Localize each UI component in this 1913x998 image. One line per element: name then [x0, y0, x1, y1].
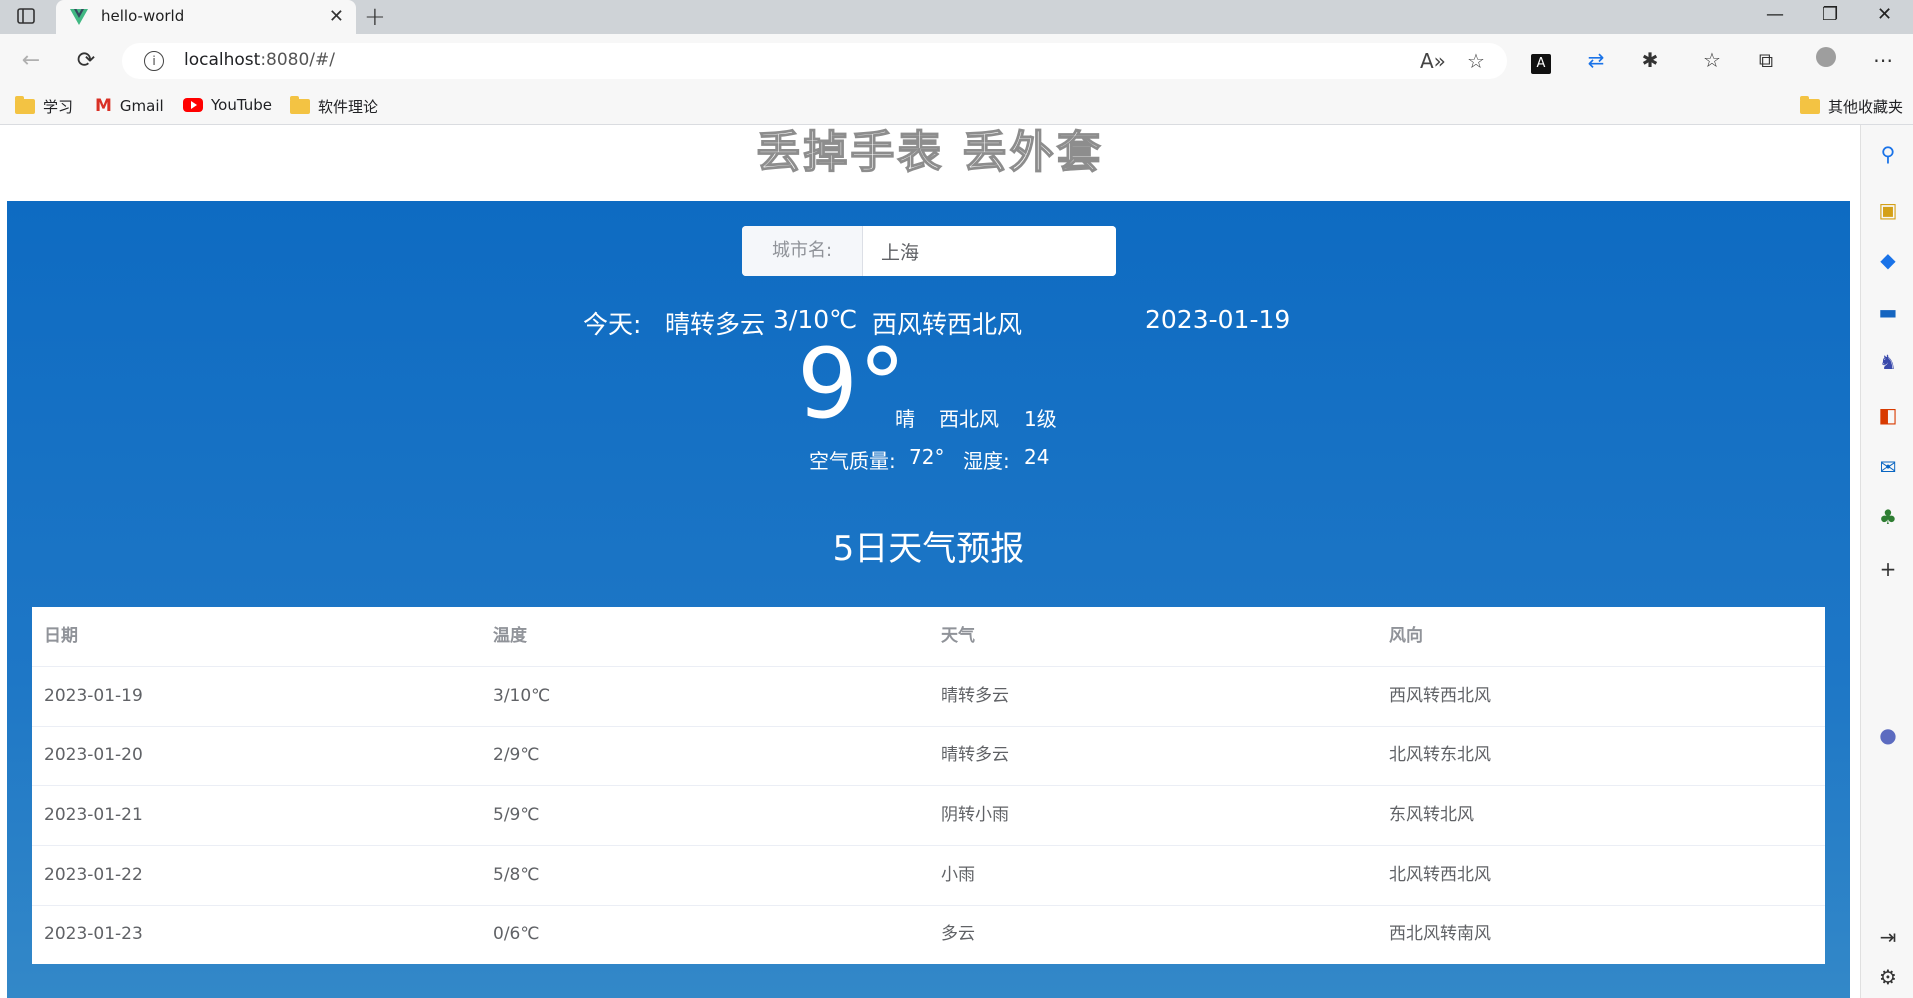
settings-gear-icon[interactable]: ⚙	[1876, 965, 1900, 989]
cell-wind: 东风转北风	[1389, 805, 1474, 825]
cell-date: 2023-01-21	[44, 805, 143, 825]
table-row: 2023-01-22 5/8℃ 小雨 北风转西北风	[32, 846, 1825, 906]
air-quality-value: 72°	[909, 445, 945, 469]
window-close-icon[interactable]: ✕	[1877, 4, 1892, 25]
shopping-icon[interactable]: ▣	[1876, 198, 1900, 222]
header-wind[interactable]: 风向	[1377, 607, 1423, 666]
extension-icon[interactable]: A	[1528, 47, 1554, 74]
back-icon[interactable]: ←	[18, 48, 44, 74]
table-row: 2023-01-21 5/9℃ 阴转小雨 东风转北风	[32, 786, 1825, 846]
today-date: 2023-01-19	[1145, 305, 1291, 334]
weather-panel: 城市名: 今天: 晴转多云 3/10℃ 西风转西北风 2023-01-19 9°…	[7, 201, 1850, 998]
air-quality-label: 空气质量:	[809, 449, 896, 473]
header-date[interactable]: 日期	[32, 607, 78, 666]
browser-tab[interactable]: hello-world ✕	[56, 0, 356, 34]
cell-wind: 西风转西北风	[1389, 686, 1491, 706]
cell-weather: 阴转小雨	[941, 805, 1009, 825]
header-weather[interactable]: 天气	[929, 607, 975, 666]
cell-temperature: 5/8℃	[493, 865, 540, 885]
bookmark-gmail[interactable]: M Gmail	[95, 96, 164, 116]
table-row: 2023-01-19 3/10℃ 晴转多云 西风转西北风	[32, 667, 1825, 727]
tab-title: hello-world	[101, 7, 185, 25]
new-tab-button[interactable]: +	[364, 2, 386, 32]
current-wind-direction: 西北风	[939, 407, 999, 431]
forecast-table: 日期 温度 天气 风向 2023-01-19 3/10℃ 晴转多云 西风转西北风…	[32, 607, 1825, 964]
minimize-icon[interactable]: —	[1766, 4, 1784, 25]
cell-temperature: 3/10℃	[493, 686, 551, 706]
cell-date: 2023-01-20	[44, 745, 143, 765]
cell-temperature: 0/6℃	[493, 924, 540, 944]
page-viewport: 丢掉手表 丢外套 城市名: 今天: 晴转多云 3/10℃ 西风转西北风 2023…	[0, 125, 1860, 998]
tree-icon[interactable]: ♣	[1876, 505, 1900, 529]
cell-date: 2023-01-23	[44, 924, 143, 944]
table-row: 2023-01-20 2/9℃ 晴转多云 北风转东北风	[32, 726, 1825, 786]
hide-sidebar-icon[interactable]: ⇥	[1876, 925, 1900, 949]
more-menu-icon[interactable]: ⋯	[1870, 47, 1896, 73]
address-bar[interactable]: i localhost:8080/#/ A» ☆	[122, 43, 1507, 79]
address-toolbar: ← ⟳ i localhost:8080/#/ A» ☆ A ⇄ ✱ ☆ ⧉ ⋯	[0, 34, 1913, 88]
favorites-icon[interactable]: ☆	[1699, 47, 1725, 73]
bookmarks-bar: 学习 M Gmail YouTube 软件理论 其他收藏夹	[0, 88, 1913, 125]
add-sidebar-app-icon[interactable]: +	[1876, 557, 1900, 581]
forecast-title: 5日天气预报	[832, 529, 1025, 569]
table-row: 2023-01-23 0/6℃ 多云 西北风转南风	[32, 905, 1825, 964]
collections-icon[interactable]: ⧉	[1753, 47, 1779, 73]
youtube-icon	[183, 98, 203, 112]
cell-wind: 北风转东北风	[1389, 745, 1491, 765]
tools-icon[interactable]: ▬	[1876, 300, 1900, 324]
city-input-prefix: 城市名:	[742, 226, 863, 276]
url-text[interactable]: localhost:8080/#/	[184, 50, 335, 70]
games-icon[interactable]: ♞	[1876, 350, 1900, 374]
add-favorite-icon[interactable]: ☆	[1467, 49, 1485, 73]
table-header: 日期 温度 天气 风向	[32, 607, 1825, 667]
today-weather: 晴转多云	[665, 310, 766, 339]
current-temperature: 9°	[797, 328, 907, 440]
city-input[interactable]	[863, 226, 1116, 276]
cell-date: 2023-01-22	[44, 865, 143, 885]
restore-icon[interactable]: ❐	[1822, 4, 1838, 25]
search-icon[interactable]: ⚲	[1876, 142, 1900, 166]
folder-icon	[1800, 96, 1820, 114]
cell-date: 2023-01-19	[44, 686, 143, 706]
gmail-icon: M	[95, 96, 112, 116]
header-temperature[interactable]: 温度	[481, 607, 527, 666]
outlook-icon[interactable]: ✉	[1876, 455, 1900, 479]
floating-assistant-icon[interactable]: ●	[1876, 723, 1900, 747]
cell-weather: 多云	[941, 924, 975, 944]
sync-extension-icon[interactable]: ⇄	[1583, 47, 1609, 73]
other-bookmarks[interactable]: 其他收藏夹	[1800, 96, 1903, 117]
folder-icon	[15, 96, 35, 114]
tab-strip: hello-world ✕ + — ❐ ✕	[0, 0, 1913, 34]
current-condition: 晴	[895, 407, 915, 431]
cell-weather: 晴转多云	[941, 686, 1009, 706]
current-wind-level: 1级	[1024, 407, 1057, 431]
cell-wind: 西北风转南风	[1389, 924, 1491, 944]
cell-temperature: 2/9℃	[493, 745, 540, 765]
cell-weather: 晴转多云	[941, 745, 1009, 765]
bookmark-youtube[interactable]: YouTube	[183, 96, 272, 114]
vue-logo-icon	[70, 9, 88, 25]
profile-avatar-icon[interactable]	[1813, 47, 1839, 73]
office-icon[interactable]: ◧	[1876, 403, 1900, 427]
browser-sidebar: ⚲ ▣ ◆ ▬ ♞ ◧ ✉ ♣ + ● ⇥ ⚙	[1860, 125, 1913, 998]
bookmark-software-theory[interactable]: 软件理论	[290, 96, 378, 117]
cell-temperature: 5/9℃	[493, 805, 540, 825]
read-aloud-icon[interactable]: A»	[1420, 49, 1446, 73]
humidity-label: 湿度:	[963, 449, 1010, 473]
refresh-icon[interactable]: ⟳	[73, 48, 99, 74]
tag-icon[interactable]: ◆	[1876, 248, 1900, 272]
bookmark-study[interactable]: 学习	[15, 96, 73, 117]
extensions-icon[interactable]: ✱	[1637, 47, 1663, 73]
humidity-value: 24	[1024, 445, 1050, 469]
page-headline: 丢掉手表 丢外套	[756, 126, 1104, 178]
site-info-icon[interactable]: i	[144, 51, 164, 71]
folder-icon	[290, 96, 310, 114]
city-search: 城市名:	[742, 226, 1116, 276]
cell-weather: 小雨	[941, 865, 975, 885]
tab-actions-icon[interactable]	[17, 8, 35, 24]
today-label: 今天:	[583, 310, 642, 339]
close-tab-icon[interactable]: ✕	[329, 6, 344, 27]
cell-wind: 北风转西北风	[1389, 865, 1491, 885]
